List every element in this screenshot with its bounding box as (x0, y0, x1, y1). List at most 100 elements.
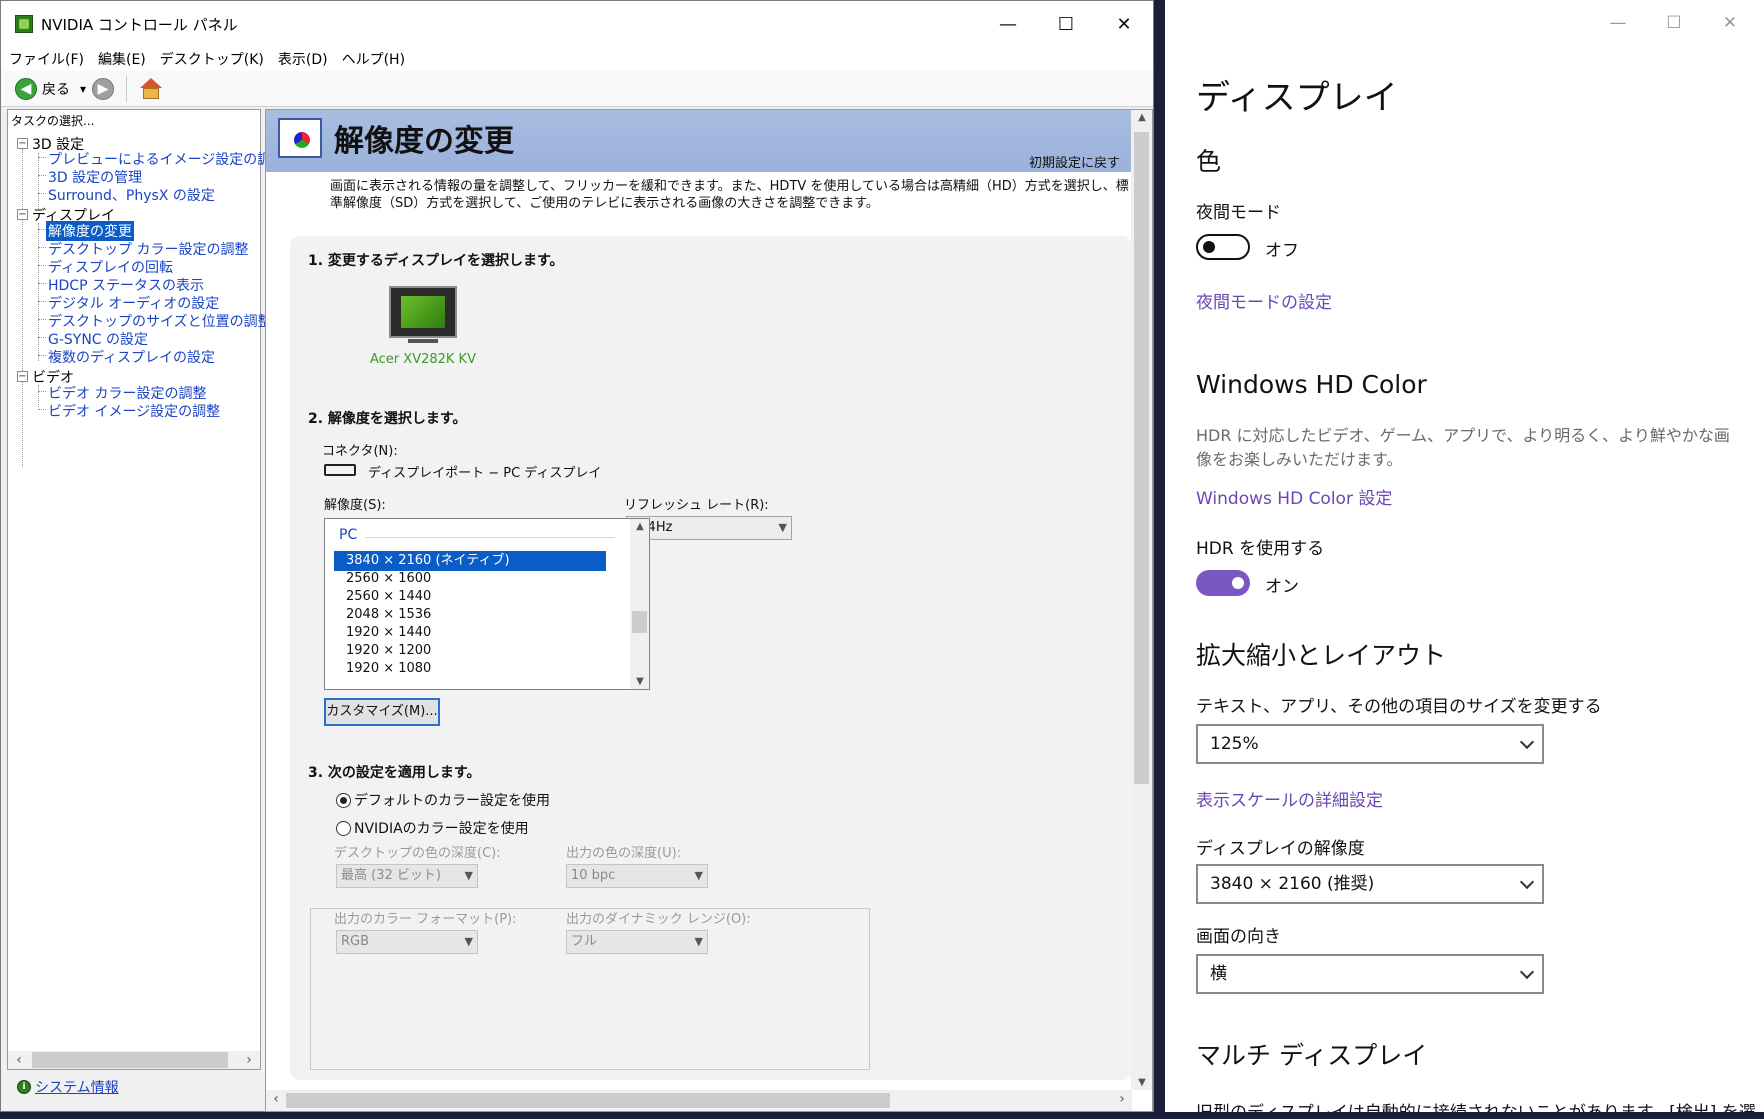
scroll-down-icon[interactable]: ▼ (631, 676, 649, 687)
tree-item-desktop-color[interactable]: デスクトップ カラー設定の調整 (48, 239, 248, 259)
scrollbar-thumb[interactable] (632, 611, 647, 633)
night-mode-settings-link[interactable]: 夜間モードの設定 (1196, 288, 1332, 313)
resolution-option[interactable]: 1920 × 1080 (334, 659, 606, 679)
nvidia-control-panel-window: NVIDIA コントロール パネル — ☐ ✕ ファイル(F) 編集(E) デス… (0, 0, 1154, 1112)
radio-default-color-label[interactable]: デフォルトのカラー設定を使用 (354, 790, 550, 810)
hdr-label: HDR を使用する (1196, 539, 1325, 559)
collapse-video-icon[interactable]: − (17, 371, 28, 382)
hdr-toggle[interactable] (1196, 570, 1250, 596)
resolution-option[interactable]: 2048 × 1536 (334, 605, 606, 625)
night-mode-toggle[interactable] (1196, 234, 1250, 260)
scrollbar-thumb[interactable] (1134, 132, 1149, 784)
listbox-scrollbar[interactable]: ▲ ▼ (630, 519, 649, 689)
menu-help[interactable]: ヘルプ(H) (342, 49, 405, 69)
tree-item-change-resolution[interactable]: 解像度の変更 (46, 221, 134, 241)
back-history-dropdown-icon[interactable]: ▾ (80, 82, 86, 96)
close-button[interactable]: ✕ (1702, 0, 1758, 46)
toolbar: ◀ 戻る ▾ ▶ (1, 71, 1153, 107)
orientation-select[interactable]: 横 (1196, 954, 1544, 994)
scrollbar-thumb[interactable] (32, 1052, 228, 1068)
desktop-depth-select[interactable]: 最高 (32 ビット) ▼ (336, 864, 478, 888)
home-icon[interactable] (139, 77, 163, 100)
scroll-left-icon[interactable]: ‹ (267, 1091, 285, 1107)
tree-item-gsync[interactable]: G-SYNC の設定 (48, 329, 148, 349)
scroll-up-icon[interactable]: ▲ (1133, 112, 1151, 123)
chevron-down-icon (1519, 734, 1535, 750)
scale-layout-heading: 拡大縮小とレイアウト (1196, 641, 1447, 670)
step-2-heading: 2. 解像度を選択します。 (308, 411, 467, 427)
scrollbar-thumb[interactable] (286, 1093, 890, 1108)
resolution-option[interactable]: 1920 × 1200 (334, 641, 606, 661)
maximize-button[interactable]: ☐ (1037, 1, 1095, 47)
minimize-button[interactable]: — (1590, 0, 1646, 46)
scale-select[interactable]: 125% (1196, 724, 1544, 764)
menu-file[interactable]: ファイル(F) (9, 49, 84, 69)
tree-horizontal-scrollbar[interactable]: ‹ › (8, 1051, 260, 1069)
refresh-rate-label: リフレッシュ レート(R): (624, 498, 769, 513)
output-depth-value: 10 bpc (571, 868, 616, 883)
minimize-button[interactable]: — (979, 1, 1037, 47)
menu-edit[interactable]: 編集(E) (98, 49, 146, 69)
hd-color-settings-link[interactable]: Windows HD Color 設定 (1196, 484, 1392, 509)
connector-value: ディスプレイポート − PC ディスプレイ (368, 466, 602, 481)
content-horizontal-scrollbar[interactable]: ‹ › (266, 1090, 1132, 1111)
page-banner: 解像度の変更 初期設定に戻す (266, 110, 1132, 172)
radio-nvidia-color[interactable]: NVIDIAのカラー設定を使用 (336, 818, 533, 838)
scale-value: 125% (1210, 734, 1259, 754)
forward-arrow-icon[interactable]: ▶ (92, 77, 115, 100)
resolution-option[interactable]: 1920 × 1440 (334, 623, 606, 643)
monitor-name[interactable]: Acer XV282K KV (370, 352, 476, 367)
resolution-option[interactable]: 2560 × 1440 (334, 587, 606, 607)
back-arrow-icon[interactable]: ◀ (15, 77, 37, 100)
dynamic-range-select[interactable]: フル ▼ (566, 930, 708, 954)
tree-item-rotate[interactable]: ディスプレイの回転 (48, 257, 173, 277)
tree-item-multi-display[interactable]: 複数のディスプレイの設定 (48, 347, 215, 367)
system-info-label[interactable]: システム情報 (35, 1077, 119, 1097)
nvidia-info-icon: i (17, 1080, 31, 1094)
monitor-icon[interactable] (389, 286, 457, 344)
resolution-option[interactable]: 2560 × 1600 (334, 569, 606, 589)
output-format-select[interactable]: RGB ▼ (336, 930, 478, 954)
hdr-state: オン (1265, 577, 1299, 597)
scroll-left-icon[interactable]: ‹ (10, 1052, 28, 1068)
tree-item-3d-manage[interactable]: 3D 設定の管理 (48, 167, 142, 187)
collapse-3d-icon[interactable]: − (17, 138, 28, 149)
menu-desktop[interactable]: デスクトップ(K) (160, 49, 264, 69)
menu-view[interactable]: 表示(D) (278, 49, 328, 69)
tree-item-hdcp[interactable]: HDCP ステータスの表示 (48, 275, 204, 295)
radio-nvidia-color-label[interactable]: NVIDIAのカラー設定を使用 (354, 818, 529, 838)
radio-selected-icon[interactable] (336, 792, 351, 808)
task-tree-pane: タスクの選択... − 3D 設定 プレビューによるイメージ設定の調整 3D 設… (7, 109, 285, 1070)
restore-defaults-link[interactable]: 初期設定に戻す (1029, 152, 1120, 171)
display-resolution-select[interactable]: 3840 × 2160 (推奨) (1196, 864, 1544, 904)
refresh-rate-select[interactable]: 144Hz ▼ (626, 516, 792, 540)
tree-item-digital-audio[interactable]: デジタル オーディオの設定 (48, 293, 219, 313)
advanced-scale-link[interactable]: 表示スケールの詳細設定 (1196, 786, 1383, 811)
radio-default-color[interactable]: デフォルトのカラー設定を使用 (336, 790, 550, 810)
tree-item-surround[interactable]: Surround、PhysX の設定 (48, 185, 215, 205)
output-format-label: 出力のカラー フォーマット(P): (334, 912, 517, 927)
maximize-button[interactable]: ☐ (1646, 0, 1702, 46)
tree-item-video-image[interactable]: ビデオ イメージ設定の調整 (48, 401, 220, 421)
output-depth-select[interactable]: 10 bpc ▼ (566, 864, 708, 888)
page-title: ディスプレイ (1196, 78, 1398, 118)
back-button-label[interactable]: 戻る (42, 79, 70, 99)
tree-item-desktop-size[interactable]: デスクトップのサイズと位置の調整 (48, 311, 272, 331)
scroll-down-icon[interactable]: ▼ (1133, 1077, 1151, 1088)
customize-button[interactable]: カスタマイズ(M)... (324, 698, 440, 726)
system-info-link[interactable]: i システム情報 (17, 1077, 119, 1097)
close-button[interactable]: ✕ (1095, 1, 1153, 47)
content-vertical-scrollbar[interactable]: ▲ ▼ (1131, 110, 1152, 1090)
tree-item-preview[interactable]: プレビューによるイメージ設定の調整 (48, 149, 285, 169)
scroll-right-icon[interactable]: › (240, 1052, 258, 1068)
resolution-group-label: PC (339, 527, 358, 543)
tree-item-video-color[interactable]: ビデオ カラー設定の調整 (48, 383, 206, 403)
collapse-display-icon[interactable]: − (17, 209, 28, 220)
radio-unselected-icon[interactable] (336, 820, 351, 836)
scroll-right-icon[interactable]: › (1113, 1091, 1131, 1107)
output-format-value: RGB (341, 934, 370, 949)
resolution-option[interactable]: 3840 × 2160 (ネイティブ) (334, 551, 606, 571)
resolution-label: 解像度(S): (324, 498, 386, 513)
resolution-listbox[interactable]: PC 3840 × 2160 (ネイティブ) 2560 × 1600 2560 … (324, 518, 650, 690)
scroll-up-icon[interactable]: ▲ (631, 521, 649, 532)
